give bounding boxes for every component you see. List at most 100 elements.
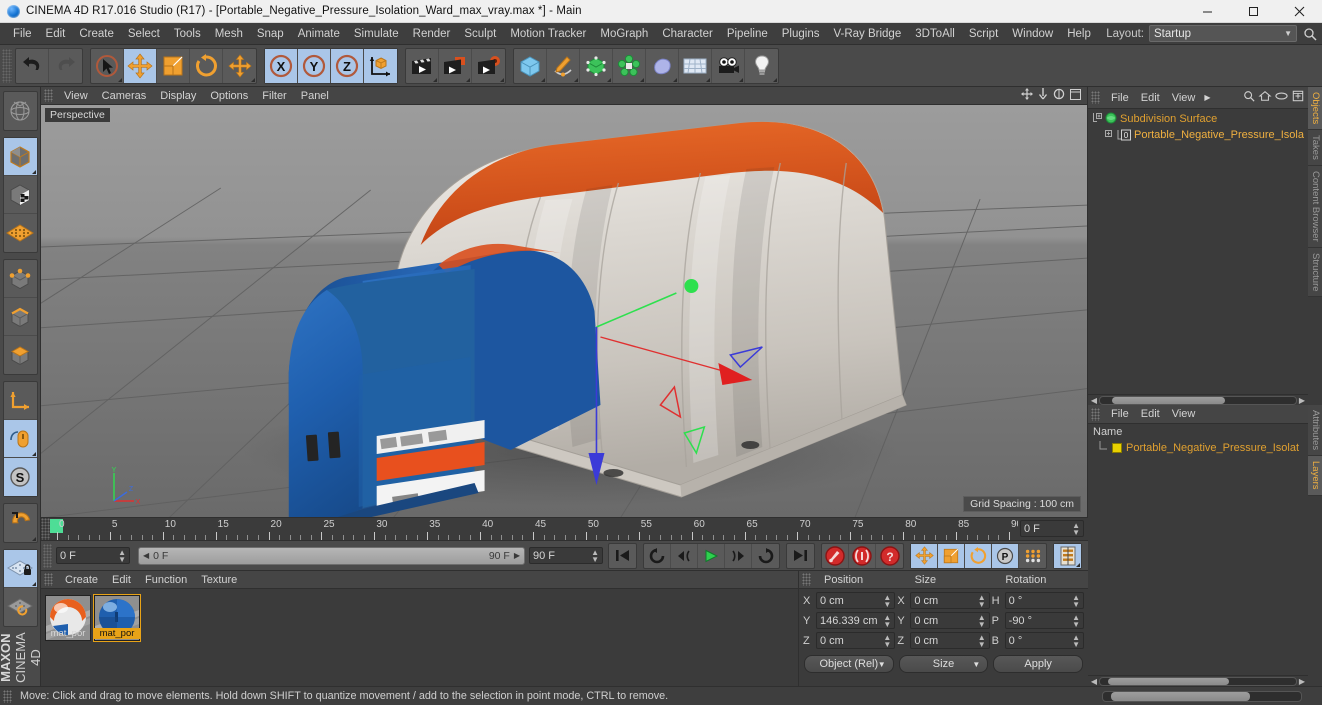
layer-manager-grip[interactable] — [1091, 407, 1100, 421]
material-menu-create[interactable]: Create — [58, 573, 105, 587]
spinner-icon[interactable]: ▲ ▼ — [883, 613, 891, 628]
scroll-right-icon[interactable]: ▶ — [1297, 396, 1307, 405]
link-icon[interactable] — [1275, 91, 1288, 104]
go-to-end-button[interactable] — [787, 544, 814, 568]
soft-selection-button[interactable]: S — [3, 458, 37, 496]
expand-collapse-icon[interactable] — [1104, 128, 1115, 142]
size-z-field[interactable]: 0 cm ▲ ▼ — [910, 632, 990, 649]
menu-item-motion-tracker[interactable]: Motion Tracker — [503, 24, 593, 44]
search-icon[interactable] — [1243, 90, 1255, 105]
menu-item-snap[interactable]: Snap — [250, 24, 291, 44]
object-tree-item-subdivision-surface[interactable]: Subdivision Surface — [1088, 111, 1308, 127]
add-scene-object-button[interactable] — [646, 48, 679, 83]
rot-b-field[interactable]: 0 ° ▲ ▼ — [1004, 632, 1084, 649]
add-light-button[interactable] — [745, 49, 778, 83]
record-active-objects-button[interactable] — [822, 543, 849, 568]
spinner-icon[interactable]: ▲ ▼ — [883, 593, 891, 608]
menu-item-character[interactable]: Character — [655, 24, 720, 44]
object-menu-file[interactable]: File — [1105, 91, 1135, 105]
keyframe-selection-button[interactable]: ? — [876, 544, 903, 568]
layer-menu-file[interactable]: File — [1105, 407, 1135, 421]
pos-x-field[interactable]: 0 cm ▲ ▼ — [816, 592, 896, 609]
tab-takes[interactable]: Takes — [1308, 130, 1322, 167]
size-y-field[interactable]: 0 cm ▲ ▼ — [910, 612, 990, 629]
redo-button[interactable] — [49, 49, 82, 83]
menu-item-tools[interactable]: Tools — [167, 24, 208, 44]
lock-y-axis[interactable]: Y — [298, 48, 331, 83]
coordinates-grip[interactable] — [802, 573, 811, 586]
spinner-icon[interactable]: ▲ ▼ — [1072, 593, 1080, 608]
menu-item-file[interactable]: File — [6, 24, 39, 44]
viewport-menu-options[interactable]: Options — [203, 89, 255, 103]
toolbar-grip[interactable] — [2, 48, 12, 83]
spinner-icon[interactable]: ▲ ▼ — [978, 613, 986, 628]
tab-attributes[interactable]: Attributes — [1308, 405, 1322, 457]
close-button[interactable] — [1276, 0, 1322, 23]
menu-item-help[interactable]: Help — [1060, 24, 1098, 44]
record-scale-button[interactable] — [938, 543, 965, 568]
tab-content-browser[interactable]: Content Browser — [1308, 166, 1322, 248]
material-item[interactable]: mat_por — [45, 595, 91, 641]
object-tree-item-portable-ward[interactable]: 0 Portable_Negative_Pressure_Isola — [1088, 127, 1308, 143]
go-to-start-button[interactable] — [609, 544, 636, 568]
viewport-menu-cameras[interactable]: Cameras — [95, 89, 154, 103]
object-menu-view[interactable]: View — [1166, 91, 1202, 105]
scrollbar-track[interactable] — [1099, 395, 1297, 405]
magnet-tool-button[interactable] — [4, 504, 37, 542]
layout-dropdown[interactable]: Startup ▼ — [1149, 25, 1297, 42]
lock-x-axis[interactable]: X — [265, 48, 298, 83]
play-forwards-loop-button[interactable] — [752, 544, 779, 568]
current-time-field[interactable]: 0 F ▲ ▼ — [56, 547, 130, 564]
spinner-icon[interactable]: ▲ ▼ — [591, 548, 599, 563]
previous-frame-button[interactable] — [671, 543, 698, 568]
minimize-button[interactable] — [1184, 0, 1230, 23]
viewport-menu-display[interactable]: Display — [153, 89, 203, 103]
viewport-menu-filter[interactable]: Filter — [255, 89, 293, 103]
render-to-picture-viewer-button[interactable] — [439, 48, 472, 83]
record-parameter-button[interactable]: P — [992, 543, 1019, 568]
timeline-frame-field[interactable]: 0 F ▲ ▼ — [1020, 520, 1084, 537]
render-view-button[interactable] — [406, 48, 439, 83]
menu-item-vray-bridge[interactable]: V-Ray Bridge — [826, 24, 908, 44]
planar-workplane-button[interactable] — [4, 588, 37, 626]
timeline-ruler[interactable]: 0 5 10 15 20 25 30 35 40 45 50 55 60 65 70 75 80 85 90 — [50, 518, 1018, 540]
add-generator-button[interactable] — [580, 48, 613, 83]
pos-z-field[interactable]: 0 cm ▲ ▼ — [816, 632, 896, 649]
spinner-icon[interactable]: ▲ ▼ — [978, 593, 986, 608]
scale-tool[interactable] — [157, 48, 190, 83]
material-manager-grip[interactable] — [44, 573, 53, 586]
add-deformer-button[interactable] — [613, 48, 646, 83]
status-scrollbar[interactable] — [1102, 690, 1302, 702]
workplane-mode-button[interactable] — [4, 214, 37, 252]
tab-layers[interactable]: Layers — [1308, 456, 1322, 496]
menu-item-edit[interactable]: Edit — [39, 24, 73, 44]
scroll-left-icon[interactable]: ◀ — [1089, 396, 1099, 405]
tab-structure[interactable]: Structure — [1308, 247, 1322, 298]
play-button[interactable] — [698, 543, 725, 568]
object-menu-edit[interactable]: Edit — [1135, 91, 1166, 105]
layer-menu-view[interactable]: View — [1166, 407, 1202, 421]
object-manager-grip[interactable] — [1091, 91, 1100, 104]
world-object-coordinates[interactable] — [364, 48, 397, 83]
spinner-icon[interactable]: ▲ ▼ — [1072, 633, 1080, 648]
spinner-icon[interactable]: ▲ ▼ — [1072, 521, 1080, 536]
material-menu-edit[interactable]: Edit — [105, 573, 138, 587]
pan-icon[interactable] — [1021, 88, 1033, 103]
viewport-grip[interactable] — [44, 89, 53, 102]
layer-hscrollbar[interactable]: ◀ ▶ — [1088, 675, 1308, 686]
add-spline-button[interactable] — [547, 48, 580, 83]
scrollbar-thumb[interactable] — [1107, 677, 1230, 685]
end-time-field[interactable]: 90 F ▲ ▼ — [529, 547, 603, 564]
enable-snap-button[interactable] — [3, 420, 37, 458]
spinner-icon[interactable]: ▲ ▼ — [978, 633, 986, 648]
coordinate-mode-dropdown[interactable]: Object (Rel) ▼ — [804, 655, 894, 673]
record-pla-button[interactable] — [1019, 544, 1046, 568]
autokeying-button[interactable] — [849, 543, 876, 568]
add-floor-button[interactable] — [679, 48, 712, 83]
rot-p-field[interactable]: -90 ° ▲ ▼ — [1004, 612, 1084, 629]
menu-item-mesh[interactable]: Mesh — [208, 24, 250, 44]
scroll-left-icon[interactable]: ◀ — [1089, 677, 1099, 686]
home-icon[interactable] — [1258, 90, 1272, 105]
move-tool[interactable] — [124, 48, 157, 83]
object-tree-hscrollbar[interactable]: ◀ ▶ — [1088, 394, 1308, 405]
